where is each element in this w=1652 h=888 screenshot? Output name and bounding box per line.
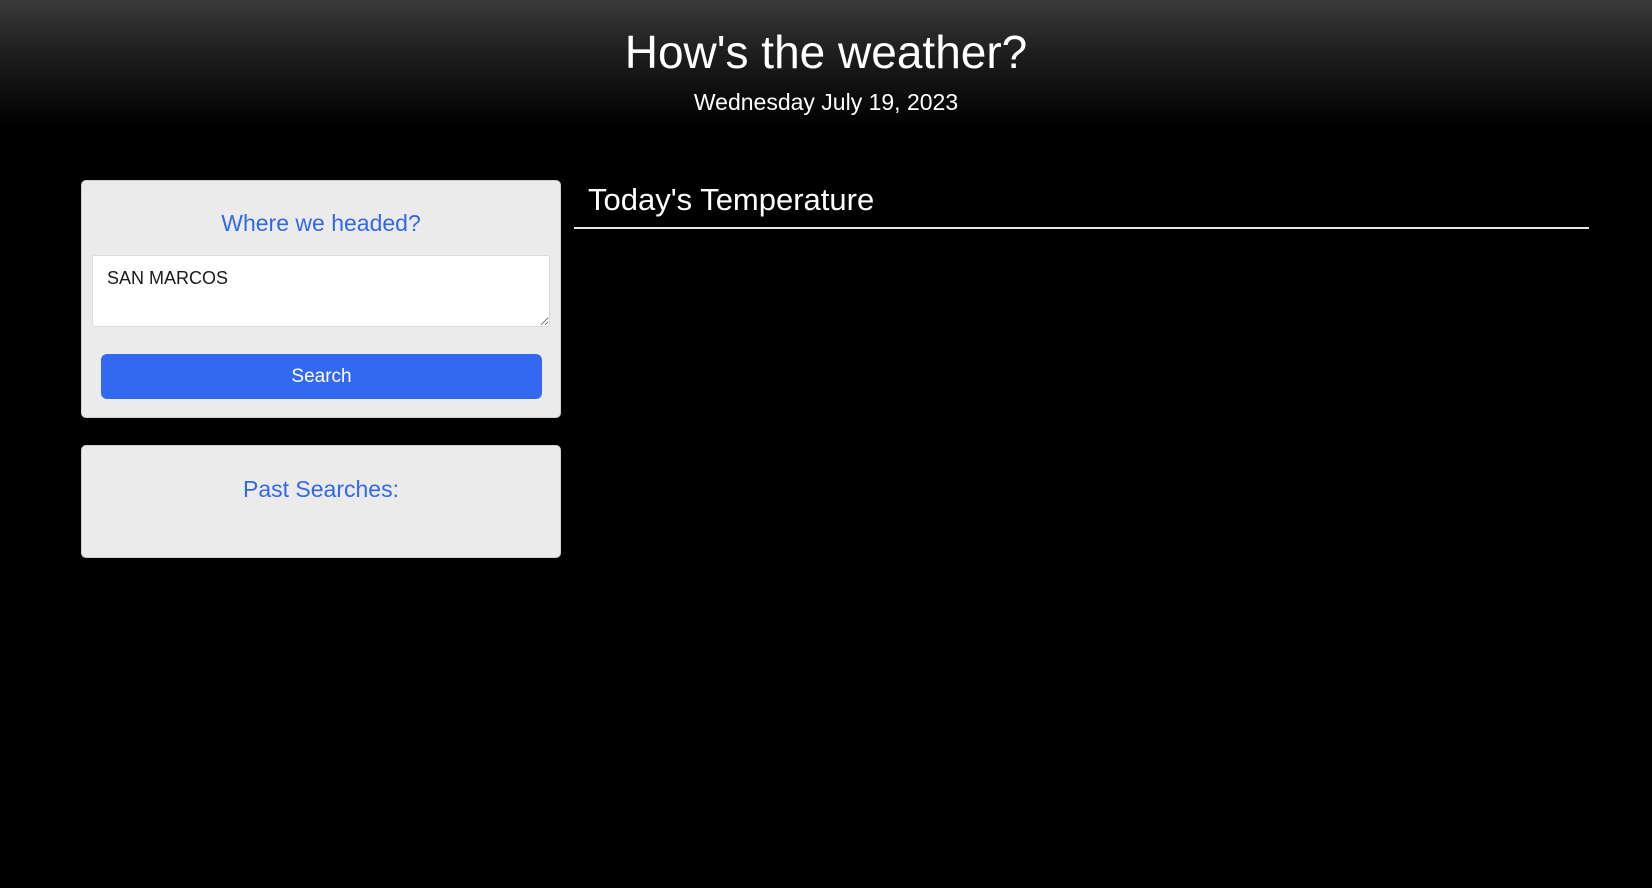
todays-temperature-title: Today's Temperature <box>588 182 875 217</box>
page-header: How's the weather? Wednesday July 19, 20… <box>0 0 1652 126</box>
search-panel: Where we headed? SAN MARCOS Search <box>81 180 561 418</box>
past-searches-heading: Past Searches: <box>243 476 399 502</box>
search-button[interactable]: Search <box>101 354 542 399</box>
todays-temperature-section: Today's Temperature <box>574 180 1589 230</box>
results-divider <box>574 227 1589 229</box>
page-title: How's the weather? <box>624 26 1028 78</box>
city-search-input[interactable]: SAN MARCOS <box>92 255 550 327</box>
search-heading: Where we headed? <box>221 210 421 236</box>
past-searches-panel: Past Searches: <box>81 445 561 558</box>
current-date: Wednesday July 19, 2023 <box>693 89 959 115</box>
